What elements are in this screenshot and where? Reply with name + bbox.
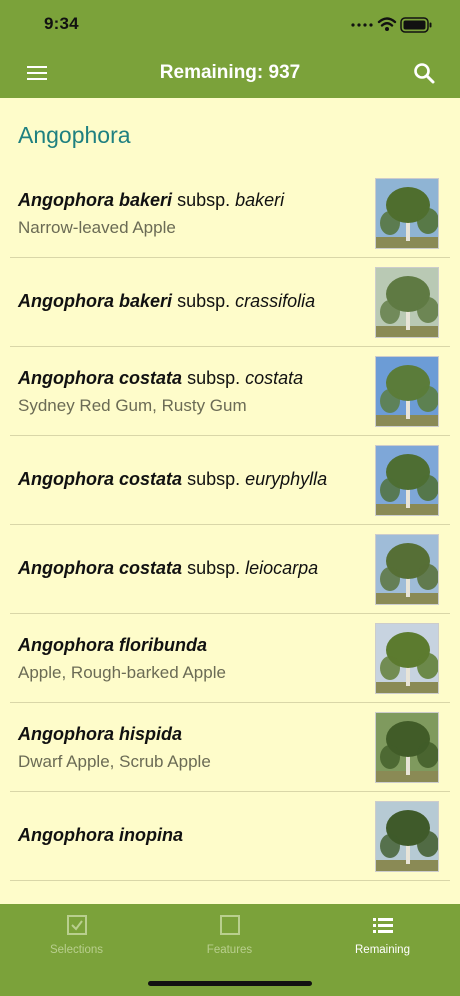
subsp-label: subsp. <box>177 291 231 311</box>
species: bakeri <box>119 291 173 311</box>
species: costata <box>119 368 183 388</box>
genus: Angophora <box>18 825 114 845</box>
species-name: Angophora floribunda <box>18 635 207 656</box>
species: costata <box>119 469 183 489</box>
tab-label: Selections <box>49 944 104 956</box>
common-name: Narrow-leaved Apple <box>18 218 176 237</box>
wifi-icon <box>377 17 397 27</box>
species: costata <box>119 558 183 578</box>
subsp-label: subsp. <box>177 190 231 210</box>
section-header: Angophora <box>18 122 131 148</box>
tab-features[interactable]: Features <box>153 904 306 974</box>
list-item[interactable]: Angophora costata subsp. costata Sydney R… <box>0 347 460 436</box>
genus: Angophora <box>18 635 114 655</box>
tab-bar: Selections Features Remaining <box>0 904 460 996</box>
genus: Angophora <box>18 190 114 210</box>
species-name: Angophora hispida <box>18 724 182 745</box>
wifi-dot <box>385 27 389 31</box>
species-name: Angophora inopina <box>18 825 183 846</box>
species-name: Angophora costata subsp. leiocarpa <box>18 558 318 579</box>
list-icon <box>373 918 393 933</box>
list-item[interactable]: Angophora inopina <box>0 792 460 881</box>
genus: Angophora <box>18 368 114 388</box>
divider <box>10 880 450 881</box>
signal-icon <box>351 23 373 27</box>
list-item[interactable]: Angophora hispida Dwarf Apple, Scrub Appl… <box>0 703 460 792</box>
species-name: Angophora costata subsp. costata <box>18 368 303 389</box>
nav-title: Remaining: 937 <box>159 62 301 83</box>
list-item[interactable]: Angophora costata subsp. leiocarpa <box>0 525 460 614</box>
species-thumbnail <box>375 712 439 783</box>
species: floribunda <box>119 635 208 655</box>
species-thumbnail <box>375 178 439 249</box>
species-thumbnail <box>375 267 439 338</box>
subspecies: euryphylla <box>245 469 328 489</box>
tab-label: Remaining <box>355 944 410 956</box>
species-list: Angophora bakeri subsp. bakeri Narrow-lea… <box>0 169 460 881</box>
species-thumbnail <box>375 445 439 516</box>
checkbox-empty-icon <box>220 915 240 935</box>
subspecies: crassifolia <box>235 291 316 311</box>
list-item[interactable]: Angophora floribunda Apple, Rough-barked … <box>0 614 460 703</box>
subsp-label: subsp. <box>187 469 241 489</box>
tab-remaining[interactable]: Remaining <box>306 904 459 974</box>
species-name: Angophora bakeri subsp. crassifolia <box>18 291 315 312</box>
subspecies: costata <box>245 368 304 388</box>
species-thumbnail <box>375 623 439 694</box>
species: hispida <box>119 724 183 744</box>
battery-icon <box>400 17 432 33</box>
species-name: Angophora costata subsp. euryphylla <box>18 469 327 490</box>
common-name: Sydney Red Gum, Rusty Gum <box>18 396 247 415</box>
subspecies: leiocarpa <box>245 558 319 578</box>
genus: Angophora <box>18 291 114 311</box>
status-time: 9:34 <box>44 14 79 33</box>
species-name: Angophora bakeri subsp. bakeri <box>18 190 284 211</box>
common-name: Dwarf Apple, Scrub Apple <box>18 752 211 771</box>
genus: Angophora <box>18 469 114 489</box>
list-item[interactable]: Angophora bakeri subsp. bakeri Narrow-lea… <box>0 169 460 258</box>
search-icon[interactable] <box>412 61 436 85</box>
species: bakeri <box>119 190 173 210</box>
species: inopina <box>119 825 184 845</box>
species-thumbnail <box>375 356 439 427</box>
subsp-label: subsp. <box>187 368 241 388</box>
species-thumbnail <box>375 534 439 605</box>
list-item[interactable]: Angophora bakeri subsp. crassifolia <box>0 258 460 347</box>
top-bar: 9:34 Remaining: 937 <box>0 0 460 98</box>
home-indicator <box>148 981 312 986</box>
checkbox-checked-icon <box>67 915 87 935</box>
status-icons <box>351 17 432 33</box>
subsp-label: subsp. <box>187 558 241 578</box>
common-name: Apple, Rough-barked Apple <box>18 663 226 682</box>
genus: Angophora <box>18 558 114 578</box>
subspecies: bakeri <box>235 190 285 210</box>
list-item[interactable]: Angophora costata subsp. euryphylla <box>0 436 460 525</box>
species-thumbnail <box>375 801 439 872</box>
tab-label: Features <box>206 944 253 956</box>
tab-selections[interactable]: Selections <box>0 904 153 974</box>
genus: Angophora <box>18 724 114 744</box>
